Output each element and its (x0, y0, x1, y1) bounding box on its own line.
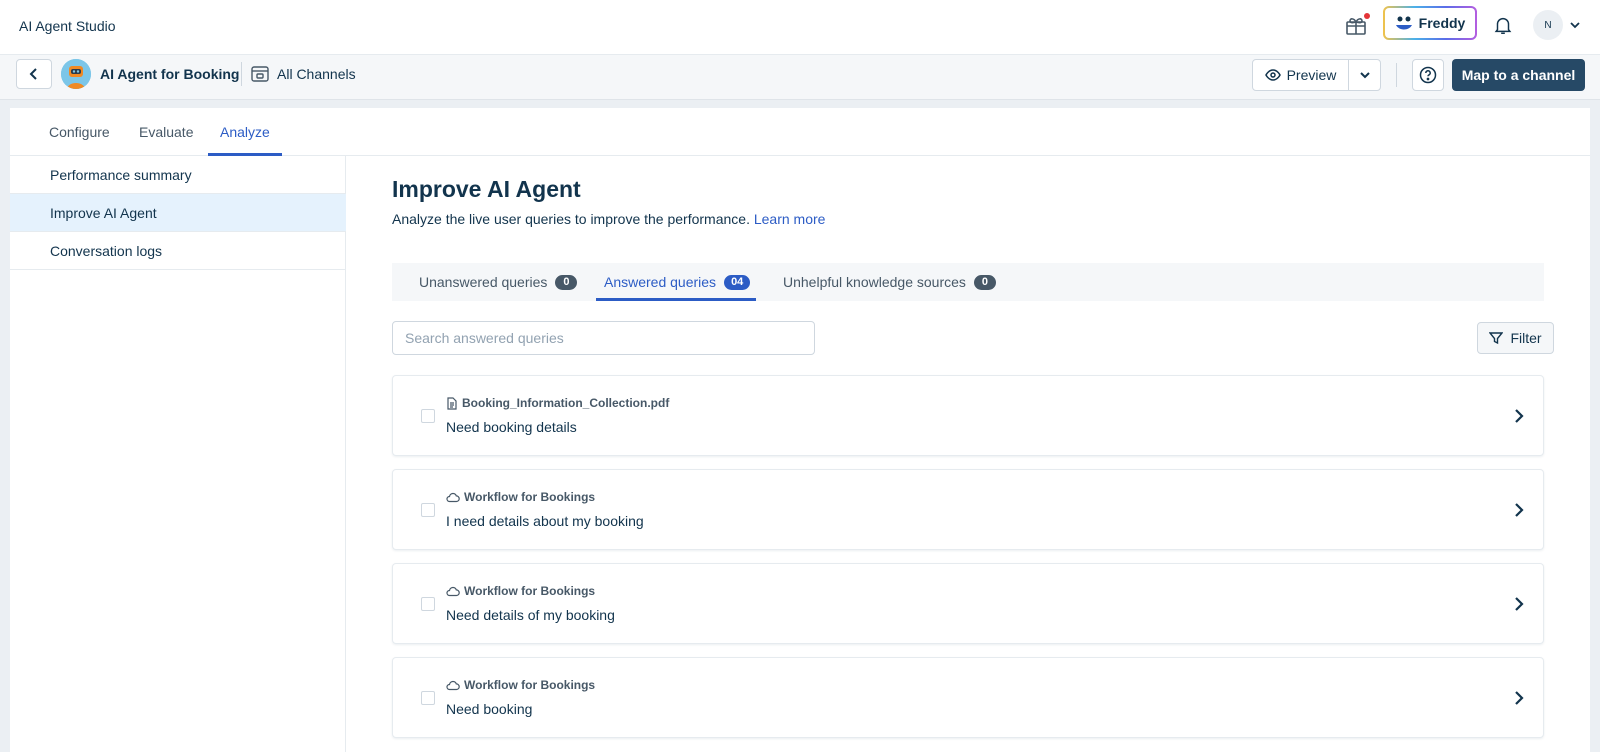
tab-analyze[interactable]: Analyze (220, 124, 270, 140)
eye-icon (1264, 69, 1281, 81)
preview-button-group: Preview (1252, 59, 1381, 91)
page-title: Improve AI Agent (392, 176, 581, 202)
help-button[interactable] (1412, 59, 1444, 91)
cloud-icon (446, 586, 460, 596)
agent-header: AI Agent for Booking All Channels Previe… (0, 55, 1600, 100)
count-badge: 0 (555, 274, 578, 290)
preview-label: Preview (1286, 67, 1337, 83)
preview-dropdown[interactable] (1349, 60, 1380, 90)
divider (241, 62, 242, 86)
page-description: Analyze the live user queries to improve… (392, 211, 825, 227)
source-name: Workflow for Bookings (464, 490, 596, 504)
query-card[interactable]: Workflow for Bookings I need details abo… (392, 469, 1544, 550)
top-bar: AI Agent Studio Freddy N (0, 0, 1600, 55)
description-text: Analyze the live user queries to improve… (392, 211, 750, 227)
bell-icon[interactable] (1492, 13, 1514, 37)
query-checkbox[interactable] (421, 503, 435, 517)
side-nav: Performance summary Improve AI Agent Con… (10, 156, 346, 752)
query-checkbox[interactable] (421, 597, 435, 611)
freddy-button[interactable]: Freddy (1383, 6, 1477, 40)
query-source: Workflow for Bookings (446, 490, 595, 504)
main-panel: Configure Evaluate Analyze Performance s… (10, 108, 1590, 752)
tab-unanswered-queries[interactable]: Unanswered queries 0 (419, 274, 578, 290)
query-text: Need booking details (446, 419, 577, 435)
tab-label: Unanswered queries (419, 274, 548, 290)
cloud-icon (446, 492, 460, 502)
user-avatar[interactable]: N (1533, 10, 1563, 40)
search-input[interactable] (392, 321, 815, 355)
query-text: I need details about my booking (446, 513, 644, 529)
channels-icon (251, 66, 269, 82)
tab-answered-queries[interactable]: Answered queries 04 (604, 274, 751, 290)
agent-avatar (61, 59, 91, 89)
query-card[interactable]: Workflow for Bookings Need details of my… (392, 563, 1544, 644)
active-query-tab-indicator (596, 298, 756, 301)
filter-button[interactable]: Filter (1477, 322, 1554, 354)
map-to-channel-button[interactable]: Map to a channel (1452, 59, 1585, 91)
tab-unhelpful-knowledge-sources[interactable]: Unhelpful knowledge sources 0 (783, 274, 996, 290)
main-tabs: Configure Evaluate Analyze (10, 108, 1590, 156)
agent-name: AI Agent for Booking (100, 66, 240, 82)
source-name: Workflow for Bookings (464, 584, 596, 598)
learn-more-link[interactable]: Learn more (754, 211, 826, 227)
back-button[interactable] (16, 59, 52, 89)
chevron-right-icon[interactable] (1511, 595, 1527, 613)
app-title: AI Agent Studio (19, 18, 116, 34)
sidenav-item-performance-summary[interactable]: Performance summary (10, 156, 346, 194)
document-icon (447, 396, 457, 410)
channels-label[interactable]: All Channels (277, 66, 356, 82)
help-icon (1419, 66, 1437, 84)
filter-label: Filter (1510, 330, 1542, 346)
query-text: Need booking (446, 701, 533, 717)
query-card[interactable]: Workflow for Bookings Need booking (392, 657, 1544, 738)
chevron-right-icon[interactable] (1511, 501, 1527, 519)
query-tabs: Unanswered queries 0 Answered queries 04… (392, 263, 1544, 301)
query-source: Booking_Information_Collection.pdf (446, 396, 669, 410)
divider (1396, 63, 1397, 87)
query-card[interactable]: Booking_Information_Collection.pdf Need … (392, 375, 1544, 456)
filter-icon (1489, 332, 1504, 345)
notification-dot (1364, 13, 1370, 19)
source-name: Booking_Information_Collection.pdf (462, 396, 670, 410)
chevron-down-icon (1359, 72, 1370, 79)
query-source: Workflow for Bookings (446, 678, 595, 692)
tab-evaluate[interactable]: Evaluate (139, 124, 193, 140)
query-checkbox[interactable] (421, 409, 435, 423)
count-badge: 0 (973, 274, 996, 290)
tab-label: Answered queries (604, 274, 717, 290)
cloud-icon (446, 680, 460, 690)
freddy-icon (1395, 16, 1412, 30)
count-badge: 04 (724, 274, 751, 290)
source-name: Workflow for Bookings (464, 678, 596, 692)
query-checkbox[interactable] (421, 691, 435, 705)
sidenav-item-conversation-logs[interactable]: Conversation logs (10, 232, 346, 270)
tab-label: Unhelpful knowledge sources (783, 274, 966, 290)
sidenav-item-improve-ai-agent[interactable]: Improve AI Agent (10, 194, 346, 232)
freddy-label: Freddy (1418, 15, 1466, 31)
chevron-right-icon[interactable] (1511, 407, 1527, 425)
preview-button[interactable]: Preview (1253, 60, 1349, 90)
chevron-right-icon[interactable] (1511, 689, 1527, 707)
query-text: Need details of my booking (446, 607, 615, 623)
query-source: Workflow for Bookings (446, 584, 595, 598)
chevron-down-icon[interactable] (1569, 19, 1581, 31)
chevron-left-icon (29, 68, 37, 80)
tab-configure[interactable]: Configure (49, 124, 110, 140)
